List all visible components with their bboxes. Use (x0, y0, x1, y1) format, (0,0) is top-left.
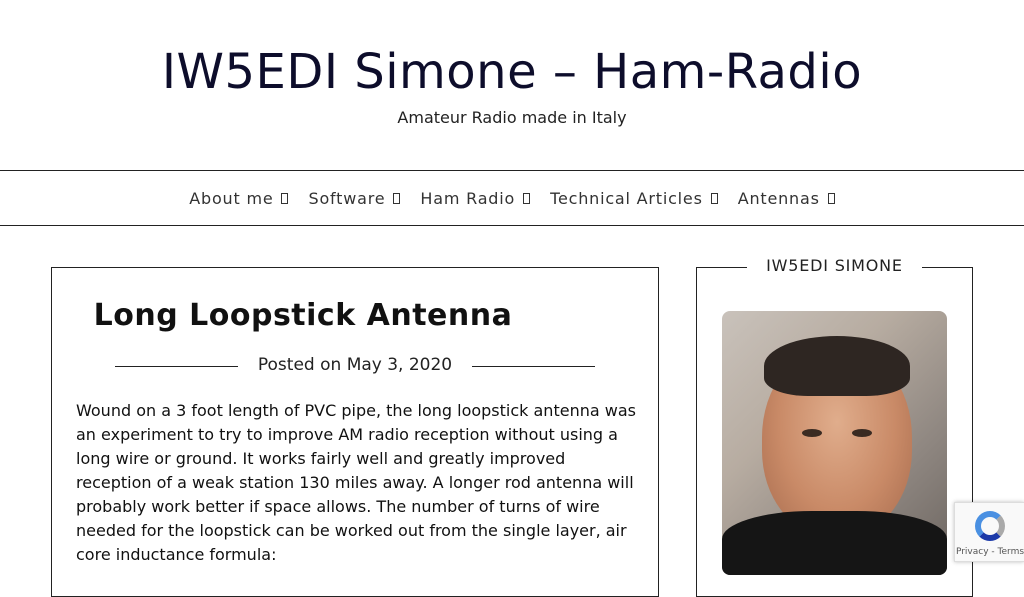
nav-item-label: Antennas (737, 188, 820, 208)
post-date-link[interactable]: May 3, 2020 (347, 355, 452, 375)
dropdown-icon (281, 192, 289, 204)
terms-link[interactable]: Terms (998, 547, 1024, 557)
nav-item-label: About me (189, 188, 274, 208)
recaptcha-links: Privacy - Terms (955, 547, 1024, 557)
post-body: Wound on a 3 foot length of PVC pipe, th… (76, 401, 636, 564)
main-navigation: About me Software Ham Radio Technical Ar… (0, 170, 1024, 226)
nav-item-technical-articles[interactable]: Technical Articles (550, 189, 718, 208)
dropdown-icon (827, 192, 835, 204)
widget-title: IW5EDI Simone (747, 254, 922, 278)
privacy-link[interactable]: Privacy (956, 547, 989, 557)
nav-item-about-me[interactable]: About me (189, 188, 289, 208)
recaptcha-badge[interactable]: Privacy - Terms (954, 502, 1024, 562)
nav-item-label: Software (308, 188, 386, 208)
recaptcha-separator: - (988, 547, 998, 557)
dropdown-icon (393, 192, 401, 204)
site-title[interactable]: IW5EDI Simone – Ham-Radio (0, 42, 1024, 102)
dropdown-icon (710, 192, 718, 204)
post-title: Long Loopstick Antenna (93, 298, 513, 333)
nav-item-software[interactable]: Software (308, 188, 401, 208)
posted-prefix: Posted on (257, 355, 342, 375)
nav-item-label: Technical Articles (550, 188, 703, 208)
nav-item-antennas[interactable]: Antennas (738, 189, 835, 208)
nav-item-ham-radio[interactable]: Ham Radio (420, 188, 531, 208)
divider (472, 366, 595, 367)
posted-on: Posted on May 3, 2020 (115, 355, 595, 375)
nav-item-label: Ham Radio (420, 188, 516, 208)
recaptcha-icon (975, 511, 1005, 541)
profile-photo (722, 311, 947, 575)
site-tagline: Amateur Radio made in Italy (397, 108, 627, 127)
dropdown-icon (523, 192, 531, 204)
post-meta: Posted on May 3, 2020 (115, 352, 595, 380)
